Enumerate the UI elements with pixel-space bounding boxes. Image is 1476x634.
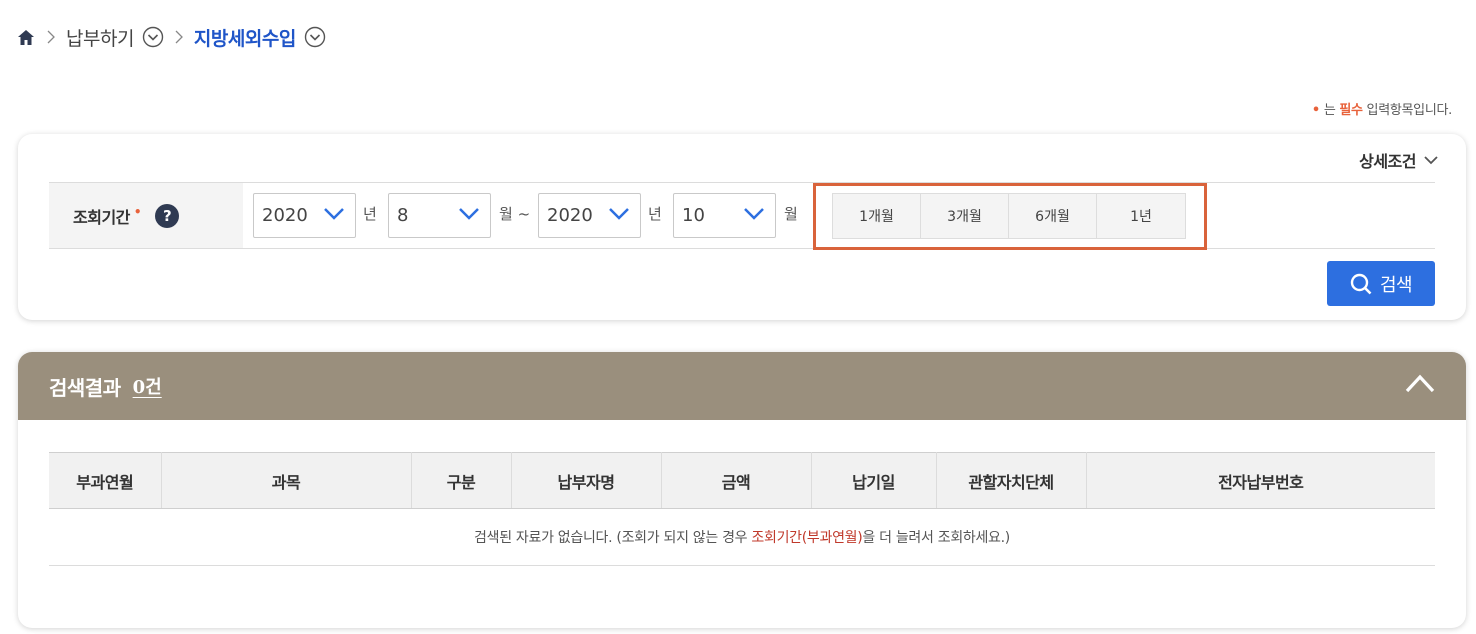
breadcrumb: 납부하기 지방세외수입 — [16, 22, 326, 52]
period-1year-button[interactable]: 1년 — [1097, 194, 1185, 238]
period-6months-button[interactable]: 6개월 — [1009, 194, 1097, 238]
result-panel: 검색결과 0건 부과연월 과목 구분 납부자명 금액 납기일 관할자치단체 전자… — [18, 352, 1466, 628]
start-year-select[interactable]: 2020 — [253, 193, 356, 238]
end-year-value: 2020 — [547, 205, 593, 226]
search-icon — [1350, 273, 1372, 294]
chevron-up-icon[interactable] — [1404, 372, 1436, 394]
result-count: 0건 — [132, 377, 162, 398]
help-icon[interactable]: ? — [155, 203, 180, 228]
required-note-prefix: 는 — [1323, 103, 1340, 118]
result-title: 검색결과 — [49, 375, 121, 400]
required-mark: • — [133, 204, 142, 219]
empty-row: 검색된 자료가 없습니다. (조회가 되지 않는 경우 조회기간(부과연월)을 … — [49, 508, 1435, 566]
period-1month-button[interactable]: 1개월 — [833, 194, 921, 238]
detail-conditions-label: 상세조건 — [1359, 152, 1416, 171]
start-year-value: 2020 — [262, 205, 308, 226]
empty-message: 검색된 자료가 없습니다. (조회가 되지 않는 경우 조회기간(부과연월)을 … — [49, 508, 1435, 566]
column-header: 전자납부번호 — [1086, 452, 1435, 509]
start-month-value: 8 — [397, 205, 409, 226]
search-button-label: 검색 — [1379, 274, 1413, 296]
start-year-unit: 년 — [363, 205, 377, 223]
period-label: 조회기간 — [73, 207, 130, 227]
breadcrumb-level1[interactable]: 납부하기 — [66, 24, 134, 51]
period-3months-button[interactable]: 3개월 — [921, 194, 1009, 238]
required-word: 필수 — [1339, 103, 1363, 118]
breadcrumb-level2[interactable]: 지방세외수입 — [194, 24, 296, 51]
end-year-select[interactable]: 2020 — [538, 193, 641, 238]
period-inputs: 2020 년 8 월 ~ 2020 년 10 월 1개월 3개월 6개월 1년 — [243, 183, 1435, 250]
required-note: • 는 필수 입력항목입니다. — [1312, 99, 1452, 118]
result-header: 검색결과 0건 — [18, 352, 1466, 420]
end-month-value: 10 — [682, 205, 705, 226]
column-header: 납부자명 — [511, 452, 662, 509]
table-header-row: 부과연월 과목 구분 납부자명 금액 납기일 관할자치단체 전자납부번호 — [49, 452, 1435, 509]
chevron-down-icon — [609, 208, 629, 220]
search-button[interactable]: 검색 — [1327, 261, 1435, 306]
column-header: 관할자치단체 — [936, 452, 1087, 509]
period-label-cell: 조회기간 • ? — [49, 183, 243, 248]
home-icon[interactable] — [16, 27, 36, 47]
period-condition-row: 조회기간 • ? 2020 년 8 월 ~ 2020 년 10 월 1개월 3개… — [49, 182, 1435, 250]
empty-message-highlight: 조회기간(부과연월) — [751, 530, 863, 546]
chevron-down-icon — [459, 208, 479, 220]
column-header: 구분 — [411, 452, 512, 509]
start-month-unit: 월 ~ — [499, 205, 531, 223]
chevron-down-icon — [324, 208, 344, 220]
column-header: 납기일 — [811, 452, 937, 509]
required-note-suffix: 입력항목입니다. — [1362, 103, 1453, 118]
column-header: 부과연월 — [49, 452, 162, 509]
chevron-down-icon — [744, 208, 764, 220]
chevron-down-icon — [1424, 155, 1438, 164]
chevron-right-icon — [44, 30, 58, 44]
result-table: 부과연월 과목 구분 납부자명 금액 납기일 관할자치단체 전자납부번호 검색된… — [49, 452, 1435, 566]
column-header: 금액 — [661, 452, 812, 509]
column-header: 과목 — [161, 452, 412, 509]
empty-message-prefix: 검색된 자료가 없습니다. (조회가 되지 않는 경우 — [474, 530, 752, 546]
end-year-unit: 년 — [648, 205, 662, 223]
breadcrumb-level2-dropdown-icon[interactable] — [304, 26, 326, 48]
empty-message-suffix: 을 더 늘려서 조회하세요.) — [862, 530, 1010, 546]
search-panel: 상세조건 조회기간 • ? 2020 년 8 월 ~ 2020 년 10 월 1… — [18, 134, 1466, 320]
start-month-select[interactable]: 8 — [388, 193, 491, 238]
quick-period-buttons: 1개월 3개월 6개월 1년 — [832, 193, 1186, 239]
chevron-right-icon — [172, 30, 186, 44]
breadcrumb-level1-dropdown-icon[interactable] — [142, 26, 164, 48]
end-month-select[interactable]: 10 — [673, 193, 776, 238]
required-bullet: • — [1311, 103, 1320, 118]
end-month-unit: 월 — [784, 205, 798, 223]
detail-conditions-toggle[interactable]: 상세조건 — [1359, 148, 1438, 172]
